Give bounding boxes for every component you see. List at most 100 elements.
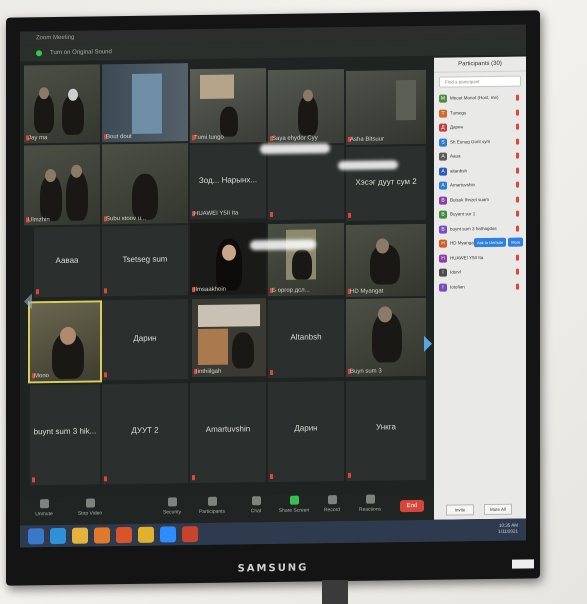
muted-mic-icon — [516, 109, 519, 116]
light-reflection — [260, 143, 330, 155]
tile-name: HUAWEI Y5II Ita — [194, 210, 239, 218]
muted-mic-icon — [516, 268, 519, 275]
participant-row[interactable]: T Tumegs — [438, 105, 522, 121]
video-tile[interactable]: Saya ehydor Cyy — [268, 69, 344, 145]
participant-row[interactable]: S Sh Eunog Gorit sym — [438, 134, 522, 150]
media-player-icon[interactable] — [94, 527, 110, 544]
video-tile[interactable]: Bout dout — [102, 63, 188, 143]
monitor-brand-logo: SAMSUNG — [237, 562, 309, 575]
more-button[interactable]: More — [508, 237, 524, 247]
muted-mic-icon — [516, 167, 519, 174]
record-button[interactable]: Record — [312, 495, 352, 514]
video-tile[interactable]: Зод... Нарынх... HUAWEI Y5II Ita — [190, 144, 266, 220]
chat-icon — [251, 496, 261, 506]
participant-name: Buyant sur 1 — [450, 211, 476, 217]
participant-row[interactable]: Д Дарин — [438, 120, 522, 136]
participant-row[interactable]: Aaltanbsh — [438, 163, 522, 179]
video-tile[interactable]: Subu stoov u... — [102, 143, 188, 225]
participant-row[interactable]: A Aaua — [438, 149, 522, 165]
active-speaker-tile[interactable]: Mono — [28, 300, 102, 384]
share-screen-button[interactable]: Share Screen — [274, 495, 314, 514]
avatar: A — [439, 152, 447, 161]
tile-name: ДУУТ 2 — [131, 425, 159, 435]
avatar: M — [439, 94, 447, 103]
tile-name: Amartuvshin — [205, 424, 251, 434]
chat-button[interactable]: Chat — [236, 496, 276, 515]
name-tile[interactable]: Ааваа — [34, 226, 100, 298]
stop-video-button[interactable]: Stop Video — [70, 498, 110, 517]
participant-row[interactable]: I Iotofian — [438, 279, 522, 295]
name-tile[interactable]: Tsetseg sum — [102, 225, 188, 297]
windows-start-icon[interactable] — [28, 528, 44, 545]
avatar: B — [439, 196, 447, 205]
name-tile[interactable] — [268, 145, 344, 221]
video-tile[interactable]: HD Myangat — [346, 223, 426, 297]
name-tile[interactable]: Altanbsh — [268, 299, 344, 379]
avatar: A — [439, 181, 447, 190]
video-tile[interactable]: Jay ma — [24, 64, 100, 144]
video-tile[interactable]: Iinthiilgah — [192, 298, 266, 378]
tile-name: Mono — [34, 373, 50, 380]
name-tile[interactable]: Ункгa — [346, 379, 426, 481]
system-clock[interactable]: 10:35 AM 1/11/2021 — [498, 523, 518, 535]
name-tile[interactable]: buynt sum 3 hik... — [30, 384, 100, 486]
banner-text: Turn on Original Sound — [50, 49, 112, 57]
tile-name: Ункгa — [375, 422, 396, 432]
light-reflection — [338, 160, 398, 171]
avatar: T — [439, 109, 447, 118]
participant-row[interactable]: A Amartuvshin — [438, 178, 522, 194]
tile-name: Bout dout — [106, 133, 132, 141]
name-tile[interactable]: ДУУТ 2 — [102, 383, 188, 485]
chrome-icon[interactable] — [138, 526, 154, 543]
video-camera-icon — [85, 498, 95, 508]
shield-icon — [167, 497, 177, 507]
video-tile[interactable]: Buyn sum 3 — [346, 297, 426, 377]
avatar: A — [439, 167, 447, 176]
name-tile[interactable]: Дарин — [268, 381, 344, 483]
tv-monitor: Zoom Meeting Turn on Original Sound Jay … — [6, 10, 540, 586]
next-page-icon[interactable] — [424, 335, 432, 352]
participant-row[interactable]: H HUAWEI Y5II Ita — [438, 250, 522, 266]
ask-to-unmute-button[interactable]: Ask to Unmute — [474, 237, 507, 248]
previous-page-icon[interactable] — [24, 293, 32, 310]
avatar: B — [439, 210, 447, 219]
participant-name: Amartuvshin — [450, 182, 476, 188]
video-tile[interactable]: Asha Bitsuur — [346, 69, 426, 145]
tile-name: Subu stoov u... — [106, 215, 147, 223]
participant-row[interactable]: I Idsrvl — [438, 265, 522, 281]
tile-name: Buyn sum 3 — [350, 368, 382, 375]
participant-search-input[interactable]: Find a participant — [439, 75, 521, 88]
end-meeting-button[interactable]: End — [400, 499, 424, 513]
muted-mic-icon — [516, 94, 519, 101]
record-icon — [327, 495, 337, 505]
security-button[interactable]: Security — [152, 497, 192, 516]
video-tile[interactable]: Ulmzhin — [24, 144, 100, 226]
name-tile[interactable]: Дарин — [102, 299, 188, 381]
participant-row[interactable]: B Buyant sur 1 — [438, 207, 522, 223]
name-tile[interactable]: Amartuvshin — [190, 382, 266, 484]
zoom-icon[interactable] — [160, 526, 176, 543]
avatar: I — [439, 268, 447, 277]
invite-button[interactable]: Invite — [446, 504, 474, 516]
muted-mic-icon — [516, 181, 519, 188]
participant-name: Idsrvl — [450, 269, 461, 275]
participant-name: Aaua — [450, 153, 461, 159]
firefox-icon[interactable] — [116, 526, 132, 544]
internet-explorer-icon[interactable] — [50, 527, 66, 545]
muted-mic-icon — [36, 289, 39, 295]
mute-all-button[interactable]: Mute All — [484, 503, 512, 516]
video-tile[interactable]: Б оргор дсл... — [268, 223, 344, 297]
participants-button[interactable]: Participants — [192, 496, 232, 516]
tile-name: Ilmsaakhoin — [194, 286, 227, 294]
file-explorer-icon[interactable] — [72, 527, 88, 544]
muted-mic-icon — [516, 196, 519, 203]
powerpoint-icon[interactable] — [182, 526, 198, 543]
muted-mic-icon — [270, 212, 273, 218]
name-tile[interactable]: Хэсэг дуут сум 2 — [346, 145, 426, 221]
participant-row[interactable]: B Bulsuk Ihnzel suam — [438, 192, 522, 208]
participant-row[interactable]: M Mnout Monot (Host, me) — [438, 91, 522, 107]
reactions-button[interactable]: Reactions — [350, 494, 390, 513]
video-tile[interactable]: Tumi tungo — [190, 68, 266, 144]
video-tile[interactable]: Ilmsaakhoin — [190, 222, 266, 296]
unmute-button[interactable]: Unmute — [24, 499, 64, 518]
